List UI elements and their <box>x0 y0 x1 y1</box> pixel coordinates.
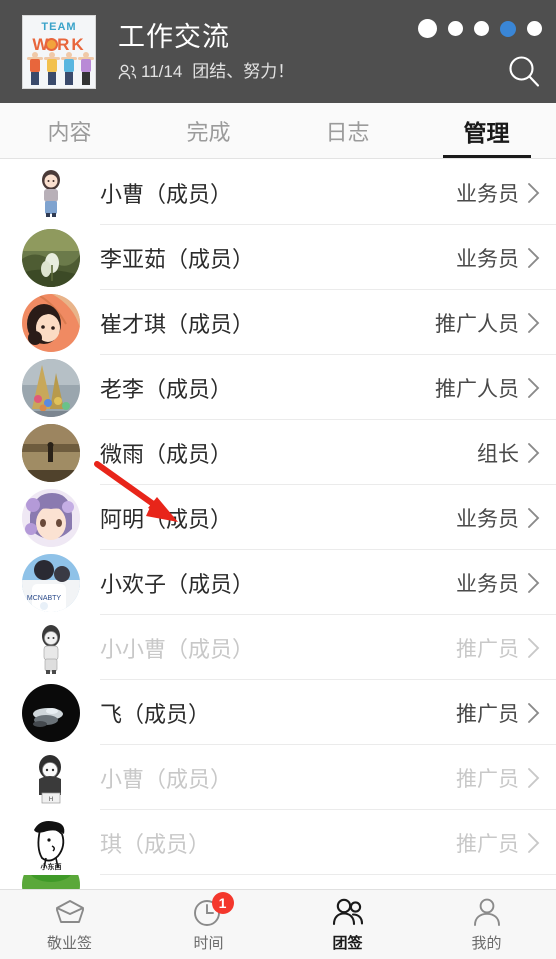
member-row-1[interactable]: 小曹（成员） 业务员 <box>0 160 556 225</box>
tab-bar: 内容 完成 日志 管理 <box>0 103 556 159</box>
chevron-right-icon <box>527 377 540 399</box>
member-role: 推广员 <box>456 832 519 856</box>
chevron-right-icon <box>527 507 540 529</box>
avatar <box>22 683 80 742</box>
member-role: 推广人员 <box>435 312 519 336</box>
member-list[interactable]: 小曹（成员） 业务员 李亚茹（成员） 业务员 崔才琪（成员） 推广人员 老李（成… <box>0 160 556 889</box>
member-name: 微雨（成员） <box>100 441 233 467</box>
chevron-right-icon <box>527 312 540 334</box>
tab-manage[interactable]: 管理 <box>417 103 556 158</box>
member-name: 小曹（成员） <box>100 766 233 792</box>
bottom-navigation: 敬业签 1 时间 团签 我的 <box>0 889 556 959</box>
member-name: 小欢子（成员） <box>100 571 255 597</box>
chevron-right-icon <box>527 442 540 464</box>
page-dot-1[interactable] <box>418 19 437 38</box>
header-right-controls <box>406 0 556 103</box>
avatar <box>22 358 80 417</box>
avatar: 小东西 <box>22 813 80 872</box>
member-name: 小曹（成员） <box>100 181 233 207</box>
avatar-caption: 小东西 <box>40 863 62 871</box>
note-icon <box>53 896 87 928</box>
person-icon <box>470 896 504 928</box>
member-row-5[interactable]: 微雨（成员） 组长 <box>0 420 556 485</box>
avatar <box>22 163 80 222</box>
chevron-right-icon <box>527 767 540 789</box>
page-dots[interactable] <box>418 19 542 38</box>
member-row-8[interactable]: 小小曹（成员） 推广员 <box>0 615 556 680</box>
member-role: 业务员 <box>456 247 519 271</box>
member-row-3[interactable]: 崔才琪（成员） 推广人员 <box>0 290 556 355</box>
chevron-right-icon <box>527 247 540 269</box>
avatar: H <box>22 748 80 807</box>
tab-completed[interactable]: 完成 <box>139 103 278 158</box>
chevron-right-icon <box>527 832 540 854</box>
chevron-right-icon <box>527 637 540 659</box>
member-role: 推广员 <box>456 767 519 791</box>
avatar <box>22 293 80 352</box>
chevron-right-icon <box>527 702 540 724</box>
member-name: 琪（成员） <box>100 831 211 857</box>
nav-label: 时间 <box>193 935 224 952</box>
avatar <box>22 423 80 482</box>
member-name: 飞（成员） <box>100 701 211 727</box>
clock-icon: 1 <box>192 892 234 928</box>
people-icon <box>118 64 137 80</box>
page-dot-2[interactable] <box>448 21 463 36</box>
member-role: 推广员 <box>456 637 519 661</box>
page-dot-4-active[interactable] <box>500 20 516 37</box>
avatar <box>22 875 80 889</box>
svg-text:MCNABTY: MCNABTY <box>27 595 62 602</box>
member-row-12-partial[interactable] <box>0 875 556 889</box>
member-row-2[interactable]: 李亚茹（成员） 业务员 <box>0 225 556 290</box>
member-name: 李亚茹（成员） <box>100 246 255 272</box>
member-row-11[interactable]: 小东西 琪（成员） 推广员 <box>0 810 556 875</box>
member-row-7[interactable]: MCNABTY 小欢子（成员） 业务员 <box>0 550 556 615</box>
svg-text:H: H <box>49 797 53 803</box>
avatar <box>22 618 80 677</box>
team-work-logo[interactable]: TEAM W RK <box>22 14 96 89</box>
nav-label: 我的 <box>471 935 502 952</box>
member-role: 业务员 <box>456 182 519 206</box>
member-row-10[interactable]: H 小曹（成员） 推广员 <box>0 745 556 810</box>
member-role: 业务员 <box>456 572 519 596</box>
member-role: 推广人员 <box>435 377 519 401</box>
member-role: 组长 <box>477 442 519 466</box>
avatar <box>22 488 80 547</box>
nav-item-time[interactable]: 1 时间 <box>139 890 278 959</box>
member-role: 业务员 <box>456 507 519 531</box>
tab-content[interactable]: 内容 <box>0 103 139 158</box>
member-name: 阿明（成员） <box>100 506 233 532</box>
chevron-right-icon <box>527 572 540 594</box>
page-dot-3[interactable] <box>474 21 489 36</box>
logo-people-figures <box>26 50 94 86</box>
nav-label: 敬业签 <box>46 935 92 952</box>
page-dot-5[interactable] <box>527 21 542 36</box>
group-slogan: 团结、努力！ <box>192 62 295 81</box>
group-icon <box>331 896 365 928</box>
member-role: 推广员 <box>456 702 519 726</box>
nav-item-mine[interactable]: 我的 <box>417 890 556 959</box>
chevron-right-icon <box>527 182 540 204</box>
member-name: 崔才琪（成员） <box>100 311 255 337</box>
nav-label: 团签 <box>332 935 363 952</box>
member-name: 小小曹（成员） <box>100 636 255 662</box>
member-row-6[interactable]: 阿明（成员） 业务员 <box>0 485 556 550</box>
app-root: TEAM W RK 工作交流 11/14 团结、努力！ 内容 完成 日志 管理 … <box>0 0 556 959</box>
search-icon[interactable] <box>506 53 542 89</box>
member-count: 11/14 <box>141 62 183 81</box>
avatar: MCNABTY <box>22 553 80 612</box>
logo-team-text: TEAM <box>41 20 77 33</box>
group-header: TEAM W RK 工作交流 11/14 团结、努力！ <box>0 0 556 103</box>
member-name: 老李（成员） <box>100 376 233 402</box>
avatar <box>22 228 80 287</box>
notification-badge: 1 <box>211 892 234 914</box>
nav-item-jingyeqian[interactable]: 敬业签 <box>0 890 139 959</box>
tab-log[interactable]: 日志 <box>278 103 417 158</box>
member-row-9[interactable]: 飞（成员） 推广员 <box>0 680 556 745</box>
nav-item-group[interactable]: 团签 <box>278 890 417 959</box>
member-row-4[interactable]: 老李（成员） 推广人员 <box>0 355 556 420</box>
